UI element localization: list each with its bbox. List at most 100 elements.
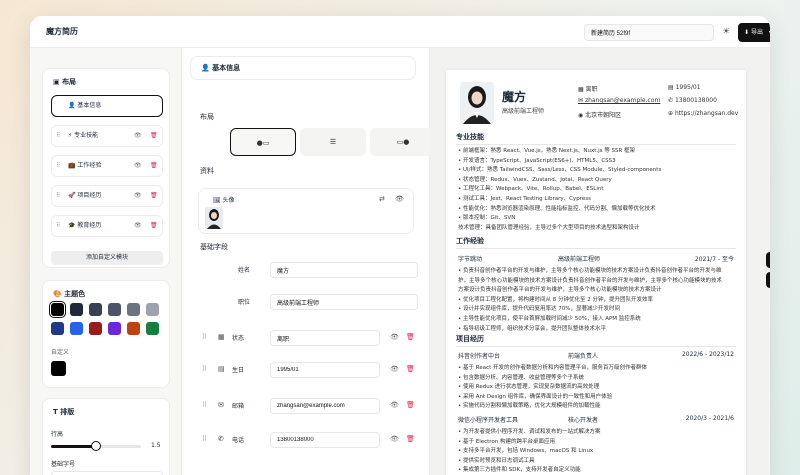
trash-icon[interactable]: 🗑 bbox=[150, 126, 158, 146]
list-item: • 测试工具：Jest、React Testing Library、Cypres… bbox=[458, 196, 591, 202]
drag-handle-icon[interactable]: ⠿ bbox=[202, 333, 207, 341]
drag-handle-icon[interactable]: ⠿ bbox=[202, 401, 207, 409]
typography-title: T 排版 bbox=[53, 408, 75, 416]
layout-option-left[interactable]: ●▭ bbox=[230, 128, 296, 156]
birthday-field[interactable] bbox=[270, 362, 380, 378]
phone-field[interactable] bbox=[270, 432, 380, 448]
add-custom-module-button[interactable]: 添加自定义模块 bbox=[51, 251, 163, 265]
eye-icon[interactable]: 👁 bbox=[134, 126, 142, 146]
trash-icon[interactable]: 🗑 bbox=[406, 401, 415, 409]
export-button[interactable]: ⬇ 导出 ▾ bbox=[738, 23, 770, 42]
editor-panel: 👤 基本信息 布局 ●▭ ☰ ▭● 资料 🖼 头像 ⇄ 👁 基础字段 姓名 魔方… bbox=[182, 48, 436, 475]
field-label: 状态 bbox=[232, 335, 245, 342]
color-swatch[interactable] bbox=[89, 322, 102, 335]
sidebar-item-education[interactable]: ⠿ 🎓 教育经历 👁 🗑 bbox=[51, 215, 163, 237]
color-swatch[interactable] bbox=[127, 303, 140, 316]
slider-thumb[interactable] bbox=[91, 441, 101, 451]
custom-color-swatch[interactable] bbox=[51, 361, 66, 376]
sidebar-item-work[interactable]: ⠿ 💼 工作经验 👁 🗑 bbox=[51, 155, 163, 177]
work-heading: 工作经验 bbox=[456, 236, 736, 249]
editor-header: 👤 基本信息 bbox=[190, 56, 416, 80]
color-swatch[interactable] bbox=[70, 322, 83, 335]
pen-icon[interactable]: ✐ bbox=[766, 272, 770, 288]
sidebar-item-basic-info[interactable]: 👤 基本信息 bbox=[51, 95, 163, 117]
edit-icon[interactable]: ✎ bbox=[766, 194, 770, 210]
image-icon: 🖼 bbox=[213, 197, 221, 204]
color-swatch[interactable] bbox=[51, 322, 64, 335]
calendar-icon: ▤ bbox=[218, 365, 225, 373]
eye-icon[interactable]: 👁 bbox=[134, 156, 142, 176]
sun-icon[interactable]: ☀ bbox=[718, 24, 734, 41]
trash-icon[interactable]: 🗑 bbox=[406, 365, 415, 373]
line-height-slider[interactable] bbox=[51, 441, 141, 451]
trash-icon[interactable]: 🗑 bbox=[150, 156, 158, 176]
color-swatch[interactable] bbox=[89, 303, 102, 316]
status-icon: ▦ bbox=[578, 86, 584, 93]
github-icon[interactable]: ◕ bbox=[766, 314, 770, 330]
color-swatch[interactable] bbox=[108, 322, 121, 335]
base-font-select[interactable]: 16px bbox=[51, 471, 163, 475]
eye-icon[interactable]: 👁 bbox=[390, 365, 399, 373]
location-icon: ◉ bbox=[578, 112, 584, 119]
resume-preview: 魔方 高级前端工程师 ▦ 离职 ▤ 1995/01 ✉ zhangsan@exa… bbox=[430, 48, 770, 475]
color-swatch[interactable] bbox=[146, 303, 159, 316]
eye-icon[interactable]: 👁 bbox=[134, 186, 142, 206]
color-swatch[interactable] bbox=[146, 322, 159, 335]
drag-handle-icon[interactable]: ⠿ bbox=[56, 186, 60, 206]
eye-icon[interactable]: 👁 bbox=[395, 195, 404, 203]
download-icon: ⬇ bbox=[744, 29, 750, 36]
export-label: 导出 bbox=[750, 29, 763, 36]
swap-icon[interactable]: ⇄ bbox=[379, 195, 385, 203]
list-item: • 主导性能优化项目，使平台首屏加载时间减少 50%，接入 APM 监控系统 bbox=[458, 316, 641, 322]
globe-icon: ⊕ bbox=[668, 110, 674, 117]
layout-option-right[interactable]: ▭● bbox=[370, 128, 436, 156]
color-swatch[interactable] bbox=[108, 303, 121, 316]
color-swatch[interactable] bbox=[127, 322, 140, 335]
download-icon[interactable]: ⤓ bbox=[766, 212, 770, 228]
layout-center-icon: ☰ bbox=[329, 138, 337, 146]
list-item: • 指导初级工程师，组织技术分享会，提升团队整体技术水平 bbox=[458, 325, 606, 332]
resume-website[interactable]: ⊕ https://zhangsan.dev bbox=[668, 110, 738, 117]
layout-option-center[interactable]: ☰ bbox=[300, 128, 366, 156]
layout-card: ▣ 布局 👤 基本信息 ⠿ ⚡ 专业技能 👁 🗑 ⠿ 💼 工作经验 👁 🗑 ⠿ bbox=[42, 68, 170, 268]
home-icon[interactable]: ⌂ bbox=[766, 296, 770, 312]
avatar[interactable] bbox=[205, 207, 223, 229]
resume-birthday: ▤ 1995/01 bbox=[668, 84, 701, 91]
eye-icon[interactable]: 👁 bbox=[134, 216, 142, 236]
resume-email[interactable]: ✉ zhangsan@example.com bbox=[578, 97, 660, 104]
trash-icon[interactable]: 🗑 bbox=[150, 186, 158, 206]
drag-handle-icon[interactable]: ⠿ bbox=[202, 435, 207, 443]
drag-handle-icon[interactable]: ⠿ bbox=[56, 156, 60, 176]
field-row-email: ⠿ ✉ 邮箱 👁 🗑 bbox=[198, 398, 418, 414]
list-item: • 使用 Redux 进行状态管理，实现复杂数据流的高效处理 bbox=[458, 384, 600, 391]
status-field[interactable] bbox=[270, 330, 380, 346]
drag-handle-icon[interactable]: ⠿ bbox=[56, 216, 60, 236]
name-field[interactable] bbox=[270, 262, 418, 278]
eye-icon[interactable]: 👁 bbox=[390, 333, 399, 341]
sidebar-item-projects[interactable]: ⠿ 🚀 项目经历 👁 🗑 bbox=[51, 185, 163, 207]
drag-handle-icon[interactable]: ⠿ bbox=[56, 126, 60, 146]
color-swatch[interactable] bbox=[70, 303, 83, 316]
layout-icon[interactable]: ▥ bbox=[766, 176, 770, 192]
title-field[interactable] bbox=[270, 294, 418, 310]
graduation-cap-icon: 🎓 bbox=[68, 222, 76, 229]
split-view-icon[interactable]: ◧ bbox=[766, 252, 770, 268]
drag-handle-icon[interactable]: ⠿ bbox=[202, 365, 207, 373]
basic-fields-label: 基础字段 bbox=[200, 243, 228, 251]
list-item: • 为开发者提供小程序开发、调试和发布的一站式解决方案 bbox=[458, 429, 601, 435]
chevron-down-icon: ▾ bbox=[769, 29, 770, 36]
trash-icon[interactable]: 🗑 bbox=[406, 333, 415, 341]
typography-card: T 排版 行高 1.5 基础字号 16px bbox=[42, 398, 170, 475]
trash-icon[interactable]: 🗑 bbox=[150, 216, 158, 236]
color-swatch[interactable] bbox=[49, 301, 66, 318]
line-height-value: 1.5 bbox=[151, 442, 161, 449]
eye-icon[interactable]: 👁 bbox=[390, 435, 399, 443]
eye-icon[interactable]: 👁 bbox=[390, 401, 399, 409]
theme-color-card: 🎨 主题色 自定义 bbox=[42, 280, 170, 388]
trash-icon[interactable]: 🗑 bbox=[406, 435, 415, 443]
resume-location: ◉ 北京市朝阳区 bbox=[578, 112, 622, 119]
resume-name-input[interactable] bbox=[584, 24, 714, 41]
email-field[interactable] bbox=[270, 398, 380, 414]
sidebar-item-skills[interactable]: ⠿ ⚡ 专业技能 👁 🗑 bbox=[51, 125, 163, 147]
upload-icon[interactable]: ⤒ bbox=[766, 230, 770, 246]
